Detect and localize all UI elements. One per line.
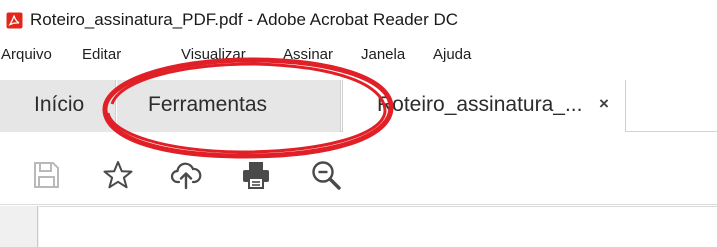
tab-tools[interactable]: Ferramentas: [117, 80, 341, 132]
zoom-out-icon[interactable]: [310, 159, 342, 191]
tab-document[interactable]: Roteiro_assinatura_... ×: [342, 80, 626, 132]
close-icon[interactable]: ×: [599, 94, 609, 114]
acrobat-reader-icon: [6, 12, 23, 29]
navigation-pane[interactable]: [0, 206, 38, 247]
toolbar: [0, 133, 717, 205]
window-title: Roteiro_assinatura_PDF.pdf - Adobe Acrob…: [30, 10, 459, 29]
tab-document-label: Roteiro_assinatura_...: [377, 93, 583, 116]
upload-cloud-icon[interactable]: [170, 159, 202, 191]
menu-arquivo[interactable]: Arquivo: [1, 46, 52, 63]
menu-visualizar[interactable]: Visualizar: [181, 46, 246, 63]
tab-tools-label: Ferramentas: [148, 93, 268, 116]
tab-home[interactable]: Início: [0, 80, 116, 132]
menu-ajuda[interactable]: Ajuda: [433, 46, 471, 63]
menu-assinar[interactable]: Assinar: [283, 46, 333, 63]
document-area: [0, 206, 717, 247]
title-bar: Roteiro_assinatura_PDF.pdf - Adobe Acrob…: [0, 0, 717, 40]
menu-janela[interactable]: Janela: [361, 46, 405, 63]
menu-bar: Arquivo Editar Visualizar Assinar Janela…: [0, 42, 717, 70]
bookmark-star-icon[interactable]: [102, 159, 134, 191]
save-icon[interactable]: [30, 159, 62, 191]
document-page[interactable]: [39, 206, 717, 247]
tab-bar: Início Ferramentas Roteiro_assinatura_..…: [0, 80, 717, 132]
menu-editar[interactable]: Editar: [82, 46, 121, 63]
print-icon[interactable]: [240, 159, 272, 191]
tab-home-label: Início: [34, 93, 85, 116]
